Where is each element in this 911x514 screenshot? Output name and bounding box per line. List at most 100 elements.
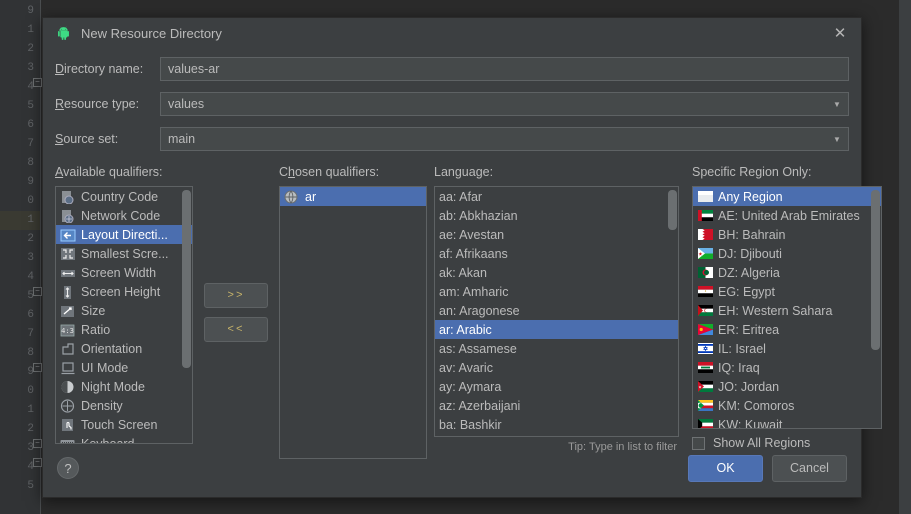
- chosen-qualifiers-label: Chosen qualifiers:: [279, 165, 380, 179]
- available-qualifier-item[interactable]: Touch Screen: [56, 415, 192, 434]
- available-qualifier-item-label: Density: [81, 398, 123, 413]
- line-number: 7: [27, 328, 34, 340]
- region-item[interactable]: AE: United Arab Emirates: [693, 206, 881, 225]
- available-qualifier-item[interactable]: Screen Width: [56, 263, 192, 282]
- directory-name-input[interactable]: values-ar: [160, 57, 849, 81]
- flag-ae: [697, 209, 713, 223]
- cancel-button[interactable]: Cancel: [772, 454, 847, 482]
- language-item[interactable]: az: Azerbaijani: [435, 396, 678, 415]
- language-item[interactable]: an: Aragonese: [435, 301, 678, 320]
- region-item[interactable]: BH: Bahrain: [693, 225, 881, 244]
- editor-scrollbar[interactable]: [899, 0, 911, 514]
- region-scrollbar[interactable]: [871, 188, 880, 427]
- available-qualifier-item[interactable]: Night Mode: [56, 377, 192, 396]
- directory-name-label: Directory name:: [55, 62, 144, 76]
- available-qualifier-item[interactable]: Layout Directi...: [56, 225, 192, 244]
- night-mode-icon: [60, 380, 76, 394]
- region-item[interactable]: ER: Eritrea: [693, 320, 881, 339]
- line-number: 8: [27, 347, 34, 359]
- region-list[interactable]: Any Region AE: United Arab Emirates BH: Ba…: [692, 186, 882, 429]
- region-item[interactable]: IQ: Iraq: [693, 358, 881, 377]
- language-item[interactable]: af: Afrikaans: [435, 244, 678, 263]
- region-item-label: DZ: Algeria: [718, 265, 780, 280]
- line-number: 0: [27, 385, 34, 397]
- line-number: 3: [27, 252, 34, 264]
- network-code-icon: [60, 209, 76, 223]
- flag-er: [697, 323, 713, 337]
- language-item-label: ba: Bashkir: [439, 417, 502, 432]
- resource-type-select[interactable]: values ▼: [160, 92, 849, 116]
- chosen-qualifiers-panel: Chosen qualifiers: ar: [279, 165, 427, 459]
- language-item[interactable]: ar: Arabic: [435, 320, 678, 339]
- region-item[interactable]: KW: Kuwait: [693, 415, 881, 428]
- region-item-label: AE: United Arab Emirates: [718, 208, 860, 223]
- line-number: 4: [27, 271, 34, 283]
- dialog-titlebar: New Resource Directory ✕: [43, 18, 861, 48]
- language-item[interactable]: ae: Avestan: [435, 225, 678, 244]
- language-item[interactable]: ay: Aymara: [435, 377, 678, 396]
- available-qualifier-item[interactable]: Smallest Scre...: [56, 244, 192, 263]
- language-item[interactable]: ab: Abkhazian: [435, 206, 678, 225]
- language-item[interactable]: aa: Afar: [435, 187, 678, 206]
- available-qualifier-item[interactable]: Size: [56, 301, 192, 320]
- language-item-label: ak: Akan: [439, 265, 487, 280]
- remove-qualifier-button[interactable]: <<: [204, 317, 268, 342]
- language-list[interactable]: aa: Afar ab: Abkhazian ae: Avestan af: Afri…: [434, 186, 679, 437]
- transfer-buttons: >> <<: [193, 165, 279, 449]
- source-set-select[interactable]: main ▼: [160, 127, 849, 151]
- line-number: 3: [27, 62, 34, 74]
- language-item-label: az: Azerbaijani: [439, 398, 521, 413]
- language-item[interactable]: ak: Akan: [435, 263, 678, 282]
- available-qualifier-item-label: UI Mode: [81, 360, 129, 375]
- region-item-label: EH: Western Sahara: [718, 303, 833, 318]
- available-qualifier-item-label: Smallest Scre...: [81, 246, 169, 261]
- available-qualifier-item[interactable]: Country Code: [56, 187, 192, 206]
- available-qualifier-item[interactable]: Orientation: [56, 339, 192, 358]
- android-icon: [58, 26, 69, 40]
- language-item-label: af: Afrikaans: [439, 246, 508, 261]
- resource-type-row: Resource type: values ▼: [55, 89, 849, 119]
- language-item[interactable]: as: Assamese: [435, 339, 678, 358]
- region-item[interactable]: IL: Israel: [693, 339, 881, 358]
- flag-eg: [697, 285, 713, 299]
- help-button[interactable]: ?: [57, 457, 79, 479]
- ok-button[interactable]: OK: [688, 454, 763, 482]
- language-item[interactable]: av: Avaric: [435, 358, 678, 377]
- chosen-qualifiers-list[interactable]: ar: [279, 186, 427, 459]
- ratio-icon: 4:3: [60, 323, 76, 337]
- available-qualifier-item-label: Layout Directi...: [81, 227, 168, 242]
- region-item[interactable]: DZ: Algeria: [693, 263, 881, 282]
- flag-iq: [697, 361, 713, 375]
- region-item[interactable]: JO: Jordan: [693, 377, 881, 396]
- close-icon[interactable]: ✕: [819, 18, 861, 48]
- available-qualifier-item-label: Country Code: [81, 189, 159, 204]
- language-item[interactable]: ba: Bashkir: [435, 415, 678, 434]
- line-number: 1: [27, 404, 34, 416]
- region-item[interactable]: DJ: Djibouti: [693, 244, 881, 263]
- chosen-qualifier-item[interactable]: ar: [280, 187, 426, 206]
- line-number: 2: [27, 423, 34, 435]
- language-item[interactable]: am: Amharic: [435, 282, 678, 301]
- available-qualifier-item[interactable]: Density: [56, 396, 192, 415]
- language-scrollbar[interactable]: [668, 188, 677, 435]
- line-number: 9: [27, 5, 34, 17]
- available-qualifiers-scrollbar[interactable]: [182, 188, 191, 442]
- region-item[interactable]: Any Region: [693, 187, 881, 206]
- region-label: Specific Region Only:: [692, 165, 812, 179]
- available-qualifier-item-label: Size: [81, 303, 106, 318]
- add-qualifier-button[interactable]: >>: [204, 283, 268, 308]
- region-item-label: EG: Egypt: [718, 284, 775, 299]
- region-item[interactable]: KM: Comoros: [693, 396, 881, 415]
- chevron-down-icon: ▼: [833, 99, 841, 109]
- available-qualifier-item[interactable]: Network Code: [56, 206, 192, 225]
- available-qualifier-item[interactable]: UI Mode: [56, 358, 192, 377]
- region-item-label: KM: Comoros: [718, 398, 795, 413]
- region-item-label: JO: Jordan: [718, 379, 780, 394]
- available-qualifier-item[interactable]: Screen Height: [56, 282, 192, 301]
- available-qualifier-item[interactable]: 4:3 Ratio: [56, 320, 192, 339]
- available-qualifiers-list[interactable]: Country Code Network Code Layout Directi..…: [55, 186, 193, 444]
- qualifier-columns: Available qualifiers: Country Code Networ…: [43, 159, 882, 459]
- region-item[interactable]: EG: Egypt: [693, 282, 881, 301]
- language-item[interactable]: be: Belarusian: [435, 434, 678, 436]
- region-item[interactable]: EH: Western Sahara: [693, 301, 881, 320]
